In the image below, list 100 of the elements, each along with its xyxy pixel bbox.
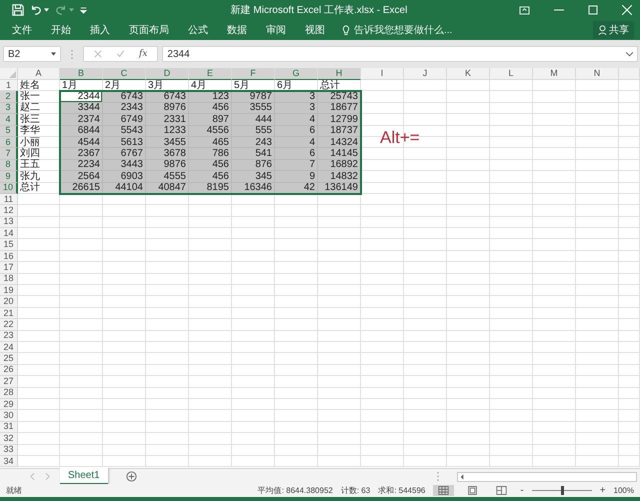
customize-icon[interactable] [80, 6, 87, 14]
undo-icon[interactable] [30, 4, 42, 16]
table-cell: 40847 [146, 182, 189, 194]
lightbulb-icon [342, 24, 350, 36]
column-header[interactable]: A [18, 68, 60, 80]
row-header[interactable]: 10 [0, 182, 18, 194]
row-header[interactable]: 25 [0, 353, 18, 365]
ribbon-tab[interactable]: 公式 [186, 21, 210, 39]
row-header[interactable]: 3 [0, 102, 18, 114]
ribbon-tab[interactable]: 页面布局 [127, 21, 171, 39]
row-header[interactable]: 28 [0, 388, 18, 399]
row-header[interactable]: 9 [0, 171, 18, 183]
table-cell: 123 [189, 91, 232, 103]
table-cell: 6 [275, 148, 318, 160]
ribbon-display-icon[interactable] [519, 6, 530, 14]
check-icon[interactable] [116, 50, 125, 58]
row-header[interactable]: 26 [0, 364, 18, 376]
row-header[interactable]: 1 [0, 80, 18, 92]
sum-text: 求和: 544596 [378, 485, 426, 496]
table-cell: 3月 [146, 80, 189, 92]
sheet-tab[interactable]: Sheet1 [60, 468, 108, 485]
slider-thumb[interactable] [560, 486, 564, 495]
column-header[interactable]: N [576, 68, 619, 80]
row-header[interactable]: 29 [0, 398, 18, 410]
column-header[interactable]: E [189, 68, 232, 80]
table-cell: 6903 [103, 171, 146, 183]
share-button[interactable]: 共享 [593, 21, 634, 39]
splitter-icon[interactable] [436, 472, 439, 481]
insert-function-button[interactable]: fx [139, 49, 148, 59]
row-header[interactable]: 21 [0, 308, 18, 320]
row-header[interactable]: 31 [0, 422, 18, 434]
table-cell: 3 [275, 102, 318, 114]
row-header[interactable]: 27 [0, 376, 18, 388]
save-icon[interactable] [12, 4, 24, 16]
column-header[interactable]: D [146, 68, 189, 80]
table-cell: 456 [189, 171, 232, 183]
table-cell: 876 [232, 160, 275, 172]
ribbon-tab[interactable]: 审阅 [264, 21, 288, 39]
row-header[interactable]: 30 [0, 410, 18, 422]
column-header[interactable]: B [60, 68, 103, 80]
column-header[interactable]: L [490, 68, 533, 80]
row-header[interactable]: 24 [0, 342, 18, 354]
zoom-level[interactable]: 100% [614, 486, 634, 495]
row-header[interactable]: 23 [0, 330, 18, 342]
ribbon-tab[interactable]: 插入 [88, 21, 112, 39]
row-header[interactable]: 32 [0, 433, 18, 444]
ribbon-tab[interactable]: 数据 [225, 21, 249, 39]
column-header[interactable]: C [103, 68, 146, 80]
table-cell: 9876 [146, 160, 189, 172]
column-header[interactable]: G [275, 68, 318, 80]
ribbon-tab[interactable]: 开始 [49, 21, 73, 39]
window-title: 新建 Microsoft Excel 工作表.xlsx - Excel [230, 4, 408, 17]
horizontal-scrollbar[interactable] [456, 472, 637, 482]
table-cell: 4 [275, 136, 318, 148]
table-cell: 2374 [60, 114, 103, 126]
scroll-left-icon[interactable] [460, 474, 464, 480]
table-cell: 44104 [103, 182, 146, 194]
column-header[interactable]: M [533, 68, 576, 80]
add-sheet-icon[interactable] [126, 471, 137, 482]
column-header[interactable]: K [447, 68, 490, 80]
row-header[interactable]: 19 [0, 285, 18, 296]
table-cell: 5613 [103, 136, 146, 148]
row-header[interactable]: 7 [0, 148, 18, 160]
tell-me-field[interactable]: 告诉我您想要做什么... [342, 24, 474, 36]
view-button[interactable] [433, 485, 454, 496]
caret-icon[interactable] [51, 52, 56, 56]
zoom-out-button[interactable]: - [520, 485, 524, 496]
column-header[interactable]: I [361, 68, 404, 80]
row-header[interactable]: 22 [0, 319, 18, 331]
name-box[interactable]: B2 [3, 46, 61, 62]
row-header[interactable]: 13 [0, 216, 18, 228]
row-header[interactable]: 4 [0, 114, 18, 126]
row-header[interactable]: 33 [0, 444, 18, 456]
row-header[interactable]: 8 [0, 160, 18, 172]
ribbon-tab[interactable]: 视图 [303, 21, 327, 39]
count-text: 计数: 63 [340, 485, 370, 496]
row-header[interactable]: 6 [0, 136, 18, 148]
row-header[interactable]: 16 [0, 250, 18, 262]
column-header[interactable]: F [232, 68, 275, 80]
caret-icon[interactable] [44, 8, 49, 12]
expand-icon[interactable] [626, 52, 633, 56]
row-header[interactable]: 18 [0, 274, 18, 286]
column-header[interactable]: H [318, 68, 361, 80]
close-icon[interactable] [622, 5, 632, 15]
zoom-in-button[interactable]: + [600, 485, 606, 496]
row-header[interactable]: 20 [0, 296, 18, 308]
column-header[interactable]: J [404, 68, 447, 80]
row-header[interactable]: 12 [0, 205, 18, 217]
row-header[interactable]: 11 [0, 194, 18, 206]
formula-field[interactable]: 2344 [162, 46, 638, 62]
table-cell: 1233 [146, 126, 189, 137]
row-header[interactable]: 15 [0, 239, 18, 251]
table-cell: 6749 [103, 114, 146, 126]
ribbon-tab[interactable]: 文件 [10, 21, 34, 39]
row-header[interactable]: 2 [0, 91, 18, 103]
row-header[interactable]: 17 [0, 262, 18, 274]
maximize-icon[interactable] [588, 5, 598, 15]
row-header[interactable]: 14 [0, 228, 18, 240]
row-header[interactable]: 34 [0, 456, 18, 468]
row-header[interactable]: 5 [0, 126, 18, 137]
